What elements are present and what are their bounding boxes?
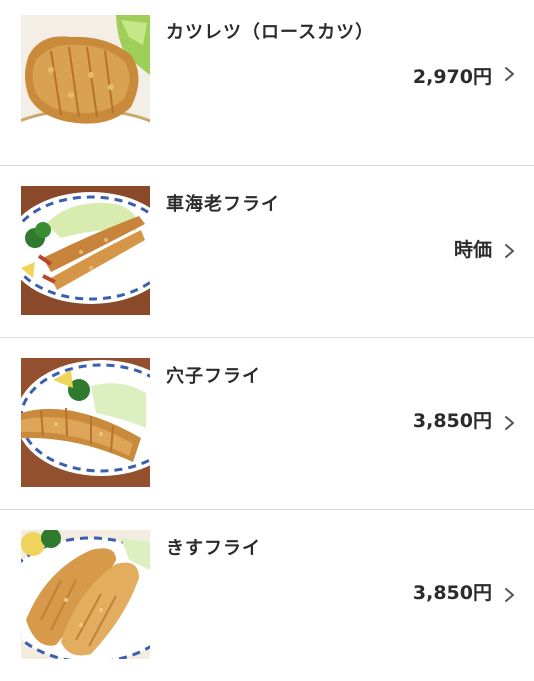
- fried-conger-eel-photo: [21, 358, 150, 487]
- menu-item-price: 3,850円: [412, 582, 492, 604]
- chevron-right-icon: [505, 416, 514, 430]
- menu-item-price: 2,970円: [412, 66, 492, 88]
- menu-item-anago[interactable]: 穴子フライ 3,850円: [0, 338, 534, 509]
- chevron-right-icon: [505, 588, 514, 602]
- menu-item-name: 車海老フライ: [166, 194, 280, 215]
- pork-cutlet-photo: [21, 15, 150, 144]
- menu-item-kisu[interactable]: きすフライ 3,850円: [0, 510, 534, 681]
- fried-whiting-photo: [21, 530, 150, 659]
- menu-item-name: カツレツ（ロースカツ）: [166, 22, 375, 43]
- menu-item-price: 3,850円: [412, 410, 492, 432]
- menu-item-name: きすフライ: [166, 538, 261, 559]
- fried-prawn-photo: [21, 186, 150, 315]
- menu-item-katsuretsu[interactable]: カツレツ（ロースカツ） 2,970円: [0, 0, 534, 165]
- menu-item-price: 時価: [453, 239, 492, 261]
- chevron-right-icon: [505, 244, 514, 258]
- menu-item-name: 穴子フライ: [166, 366, 261, 387]
- chevron-right-icon: [505, 67, 514, 81]
- menu-item-kuruma-ebi[interactable]: 車海老フライ 時価: [0, 166, 534, 337]
